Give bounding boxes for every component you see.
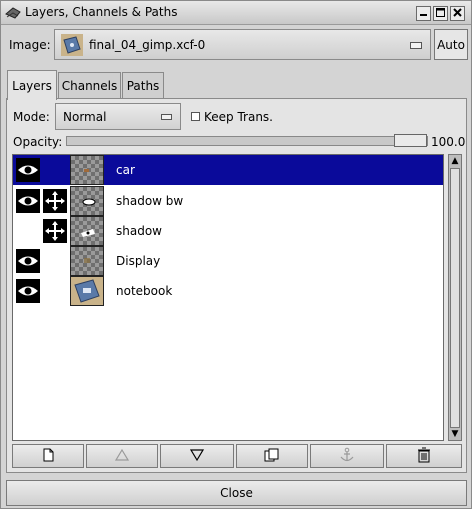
eye-icon[interactable] [16,189,40,213]
maximize-icon [436,7,445,20]
layers-dialog-window: Layers, Channels & Paths Image: final_04… [0,0,472,509]
layer-name: Display [116,254,161,268]
gimp-app-icon[interactable] [5,5,21,21]
new-layer-icon [41,448,55,465]
tab-paths[interactable]: Paths [122,72,164,99]
layer-row-car[interactable]: car [13,155,443,185]
minimize-icon [419,8,428,20]
keep-trans-label[interactable]: Keep Trans. [204,110,273,124]
layer-name: shadow [116,224,162,238]
image-select-value: final_04_gimp.xcf-0 [89,38,206,52]
image-thumbnail [61,34,83,56]
scroll-down-icon[interactable]: ▼ [449,428,461,440]
layer-row-display[interactable]: Display [13,246,443,276]
layer-row-notebook[interactable]: notebook [13,276,443,306]
trash-icon [417,447,431,466]
image-select[interactable]: final_04_gimp.xcf-0 [54,29,431,60]
duplicate-layer-button[interactable] [236,444,308,468]
close-window-button[interactable] [450,6,465,21]
mode-select[interactable]: Normal [55,103,181,130]
layer-list[interactable]: car shadow bw shadow Display notebook [12,154,444,441]
opacity-value: 100.0 [431,135,466,149]
layer-thumbnail [70,276,104,306]
mode-label: Mode: [13,110,50,124]
layer-thumbnail [70,216,104,246]
move-link-icon[interactable] [43,219,67,243]
image-label: Image: [9,38,51,52]
duplicate-layer-icon [264,448,280,465]
tab-layers[interactable]: Layers [7,70,57,100]
dropdown-arrow-icon [410,42,422,49]
eye-icon[interactable] [16,158,40,182]
opacity-label: Opacity: [13,135,63,149]
scroll-up-icon[interactable]: ▲ [449,155,461,167]
scrollbar-thumb[interactable] [450,168,460,428]
tab-channels[interactable]: Channels [58,72,121,99]
layer-list-scrollbar[interactable]: ▲ ▼ [448,154,462,441]
dropdown-arrow-icon [161,114,172,120]
layer-thumbnail [70,186,104,216]
auto-button[interactable]: Auto [434,29,468,60]
window-title: Layers, Channels & Paths [25,5,178,19]
maximize-button[interactable] [433,6,448,21]
layer-row-shadow[interactable]: shadow [13,216,443,246]
eye-icon[interactable] [16,249,40,273]
layer-row-shadow-bw[interactable]: shadow bw [13,186,443,216]
raise-layer-button[interactable] [86,444,158,468]
opacity-slider-handle[interactable] [394,134,427,147]
keep-trans-checkbox[interactable] [191,112,200,121]
close-button[interactable]: Close [6,480,467,506]
layer-thumbnail [70,246,104,276]
anchor-layer-button[interactable] [310,444,384,468]
lower-layer-button[interactable] [160,444,234,468]
lower-layer-icon [189,448,205,465]
delete-layer-button[interactable] [386,444,462,468]
layer-name: notebook [116,284,173,298]
eye-icon[interactable] [16,279,40,303]
raise-layer-icon [114,448,130,465]
close-icon [453,7,462,20]
opacity-slider[interactable] [66,136,428,146]
anchor-layer-icon [339,447,355,466]
new-layer-button[interactable] [12,444,84,468]
minimize-button[interactable] [416,6,431,21]
mode-select-value: Normal [63,110,107,124]
title-bar[interactable]: Layers, Channels & Paths [1,1,471,25]
layer-thumbnail [70,155,104,185]
move-link-icon[interactable] [43,189,67,213]
layer-name: car [116,163,135,177]
layer-name: shadow bw [116,194,184,208]
